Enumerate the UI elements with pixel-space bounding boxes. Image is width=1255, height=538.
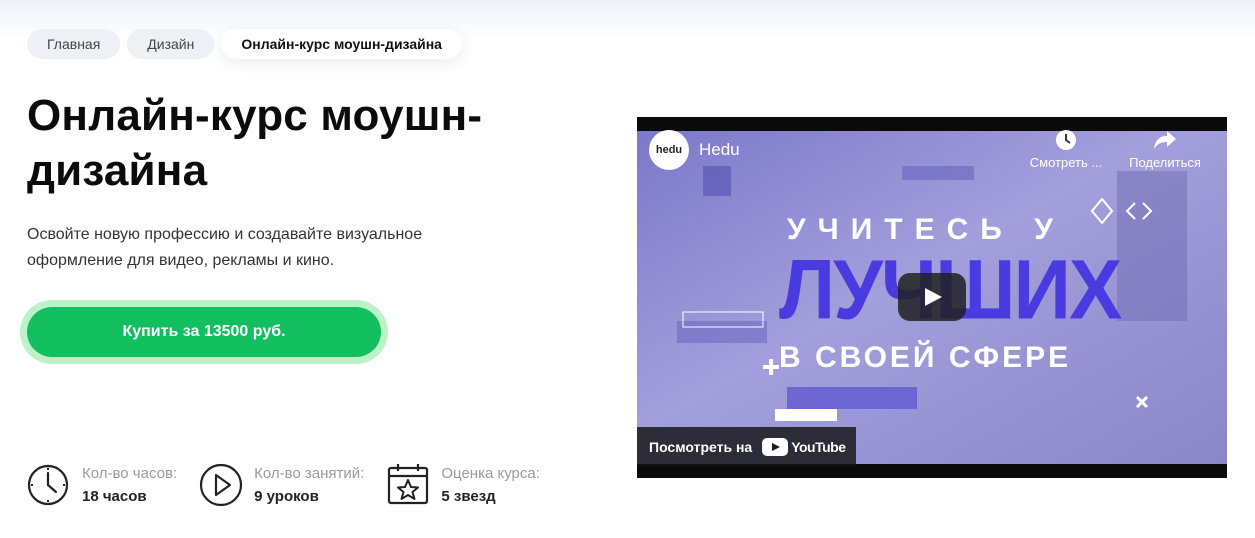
course-description: Освойте новую профессию и создавайте виз… [27, 222, 497, 274]
stat-rating-value: 5 звезд [441, 488, 496, 505]
stat-lessons: Кол-во занятий: 9 уроков [199, 462, 364, 508]
page-title-line1: Онлайн-курс моушн- [27, 91, 483, 140]
breadcrumb-home[interactable]: Главная [27, 29, 121, 59]
stat-lessons-label: Кол-во занятий: [254, 465, 365, 482]
course-stats: Кол-во часов: 18 часов Кол-во занятий: 9… [27, 462, 562, 508]
channel-avatar[interactable]: hedu [649, 130, 689, 170]
course-description-line2: оформление для видео, рекламы и кино. [27, 252, 335, 269]
play-icon [925, 288, 942, 306]
youtube-icon [762, 438, 789, 456]
channel-name[interactable]: Hedu [699, 140, 740, 160]
play-circle-icon [200, 463, 243, 506]
share-label: Поделиться [1129, 155, 1201, 170]
stat-lessons-value: 9 уроков [254, 488, 319, 505]
watch-on-label: Посмотреть на [649, 439, 753, 455]
page-title-line2: дизайна [27, 146, 208, 195]
thumbnail-text-line3: В СВОЕЙ СФЕРЕ [779, 341, 1072, 374]
buy-button[interactable]: Купить за 13500 руб. [27, 307, 381, 357]
stat-rating: Оценка курса: 5 звезд [386, 462, 540, 508]
share-button[interactable]: Поделиться [1110, 129, 1220, 170]
watch-later-button[interactable]: Смотреть ... [1011, 129, 1121, 170]
video-player[interactable]: hedu Hedu Смотреть ... Поделиться УЧИТЕС… [637, 117, 1227, 478]
page-title: Онлайн-курс моушн- дизайна [27, 88, 587, 198]
share-icon [1154, 131, 1176, 149]
stat-hours-value: 18 часов [82, 488, 147, 505]
calendar-star-icon [388, 464, 429, 505]
watch-later-label: Смотреть ... [1029, 155, 1103, 170]
breadcrumb-current: Онлайн-курс моушн-дизайна [221, 29, 462, 59]
stat-rating-label: Оценка курса: [441, 465, 540, 482]
breadcrumb: Главная Дизайн Онлайн-курс моушн-дизайна [27, 29, 462, 59]
play-button[interactable] [898, 273, 966, 321]
watch-on-youtube-link[interactable]: Посмотреть на YouTube [637, 427, 856, 467]
breadcrumb-design[interactable]: Дизайн [127, 29, 215, 59]
stat-hours: Кол-во часов: 18 часов [27, 462, 177, 508]
youtube-logo: YouTube [762, 438, 846, 456]
clock-icon [27, 464, 69, 506]
course-description-line1: Освойте новую профессию и создавайте виз… [27, 226, 423, 243]
youtube-label: YouTube [791, 439, 846, 455]
stat-hours-label: Кол-во часов: [82, 465, 178, 482]
clock-icon [1056, 130, 1076, 150]
buy-button-glow: Купить за 13500 руб. [20, 300, 388, 364]
